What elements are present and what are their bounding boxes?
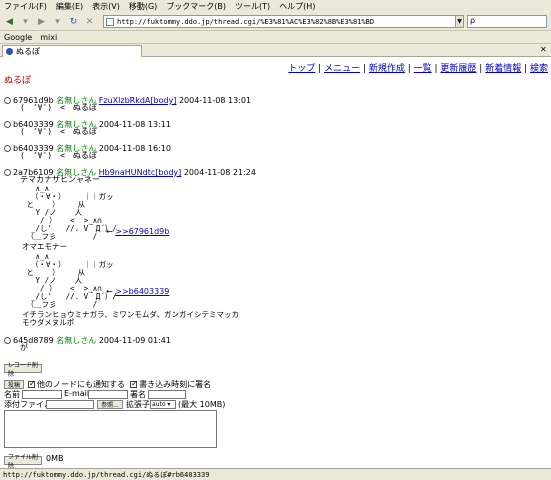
page-icon [106,17,114,26]
post-name: 名無しさん [56,336,97,345]
bookmark-google[interactable]: Google [4,33,32,42]
post-radio[interactable] [4,145,11,152]
post-radio[interactable] [4,97,11,104]
suffix-label: 拡張子 [126,400,150,409]
record-delete-button[interactable]: レコード削除 [4,362,42,378]
post-date: 2004-11-08 16:10 [98,144,171,153]
page-content: トップ | メニュー | 新規作成 | 一覧 | 更新履歴 | 新着情報 | 検… [0,57,551,470]
suffix-select[interactable]: auto ▾ [150,400,176,409]
forward-dropdown-icon[interactable]: ▾ [51,15,64,28]
nav-search[interactable]: 検索 [530,64,548,74]
file-delete-button[interactable]: ファイル削除 [4,454,42,470]
url-text: http://fuktommy.ddo.jp/thread.cgi/%E3%81… [117,17,375,26]
post-body: が [20,343,28,352]
sign-field[interactable] [148,390,186,399]
browse-button[interactable]: 参照... [97,400,123,409]
search-icon: ρ [470,16,476,25]
stop-icon[interactable]: ✕ [83,15,96,28]
tab-favicon [6,48,13,55]
reload-icon[interactable]: ↻ [67,15,80,28]
menu-bookmarks[interactable]: ブックマーク(B) [166,1,226,12]
email-field[interactable] [88,390,128,399]
email-label: E-mail [64,389,90,398]
post-body: テマカナサヒンャネー [20,175,100,184]
menu-file[interactable]: ファイル(F) [4,1,47,12]
nav-new[interactable]: 新規作成 [369,64,405,74]
post-date: 2004-11-08 13:01 [178,96,252,105]
tab-current[interactable]: ぬるぽ [2,45,142,57]
status-text: http://fuktommy.ddo.jp/thread.cgi/ぬるぽ#rb… [3,470,210,479]
file-size: 0MB [46,454,64,463]
reference-link[interactable]: >>67961d9b [115,227,169,236]
tab-title: ぬるぽ [16,47,40,56]
status-bar: http://fuktommy.ddo.jp/thread.cgi/ぬるぽ#rb… [0,468,551,480]
menu-help[interactable]: ヘルプ(H) [279,1,315,12]
back-icon[interactable]: ◀ [3,15,16,28]
menu-tools[interactable]: ツール(T) [235,1,270,12]
ascii-art-gah: ∧_∧ （・∀・） ｜｜ガッ と ） 从 Y /ノ 人 / ） < >_∧∩ _… [26,184,117,241]
bookmark-mixi[interactable]: mixi [40,33,57,42]
menu-bar: ファイル(F) 編集(E) 表示(V) 移動(G) ブックマーク(B) ツール(… [0,0,551,13]
post-body: ( '∀') < ぬるぽ [20,103,97,112]
back-dropdown-icon[interactable]: ▾ [19,15,32,28]
reply-arrow: ← >>b6403339 [106,287,169,296]
option-checkboxes: 他のノードにも通知する 書き込み時刻に署名 [28,379,211,390]
max-size-label: (最大 10MB) [178,400,226,409]
reference-link[interactable]: >>b6403339 [115,287,169,296]
nav-top[interactable]: トップ [288,64,315,74]
dopost-label: 書き込み時刻に署名 [139,380,212,389]
url-dropdown-icon[interactable]: ▼ [455,15,464,28]
arrow-text: ← [106,287,113,296]
menu-edit[interactable]: 編集(E) [56,1,83,12]
reply-arrow: ← >>67961d9b [106,227,169,236]
nav-recent[interactable]: 新着情報 [485,64,521,74]
url-field[interactable]: http://fuktommy.ddo.jp/thread.cgi/%E3%81… [103,15,463,28]
ascii-footer-text: イチランヒョウミナガラ、ミワンモムダ、ガンガイシテミマッカ モウダメヌルポ [22,310,239,327]
post-radio[interactable] [4,169,11,176]
arrow-text: ← [106,227,113,236]
post-date: 2004-11-08 21:24 [183,168,256,177]
attach-field[interactable] [46,400,94,409]
dopost-checkbox[interactable] [130,379,138,388]
post-header: 645d8789 名無しさん 2004-11-09 01:41 [4,335,171,346]
menu-go[interactable]: 移動(G) [129,1,157,12]
name-field[interactable] [22,390,62,399]
notify-label: 他のノードにも通知する [37,380,125,389]
post-radio[interactable] [4,337,11,344]
suffix-value: auto [152,401,166,408]
post-body: ( '∀') < ぬるぽ [20,127,97,136]
nav-links: トップ | メニュー | 新規作成 | 一覧 | 更新履歴 | 新着情報 | 検… [288,64,548,74]
post-body: ( '∀') < ぬるぽ [20,151,97,160]
post-mail[interactable]: Hb9naHUNdtc[body] [99,168,182,177]
nav-history[interactable]: 更新履歴 [440,64,476,74]
bookmarks-toolbar: Google mixi [0,31,551,44]
page-title: ぬるぽ [4,76,32,86]
search-field[interactable]: ρ [467,15,547,28]
post-mail[interactable]: FzuXlzbRkdA[body] [99,96,177,105]
submit-button[interactable]: 投稿 [4,380,24,389]
notify-checkbox[interactable] [28,379,36,388]
post-date: 2004-11-08 13:11 [98,120,171,129]
close-tab-icon[interactable]: ✕ [540,45,547,54]
nav-list[interactable]: 一覧 [414,64,432,74]
message-textarea[interactable] [4,410,217,448]
ascii-omaemona: オマエモナー [22,242,67,251]
chevron-down-icon: ▾ [165,401,171,408]
ascii-art-gah: ∧_∧ （・∀・） ｜｜ガッ と ） 从 Y /ノ 人 / ） < >_∧∩ _… [26,252,117,309]
tab-bar: ぬるぽ ✕ [0,44,551,57]
post-radio[interactable] [4,121,11,128]
post-date: 2004-11-09 01:41 [98,336,171,345]
forward-icon[interactable]: ▶ [35,15,48,28]
attach-label: 添付ファイル [4,400,52,409]
menu-view[interactable]: 表示(V) [92,1,120,12]
nav-menu[interactable]: メニュー [324,64,360,74]
